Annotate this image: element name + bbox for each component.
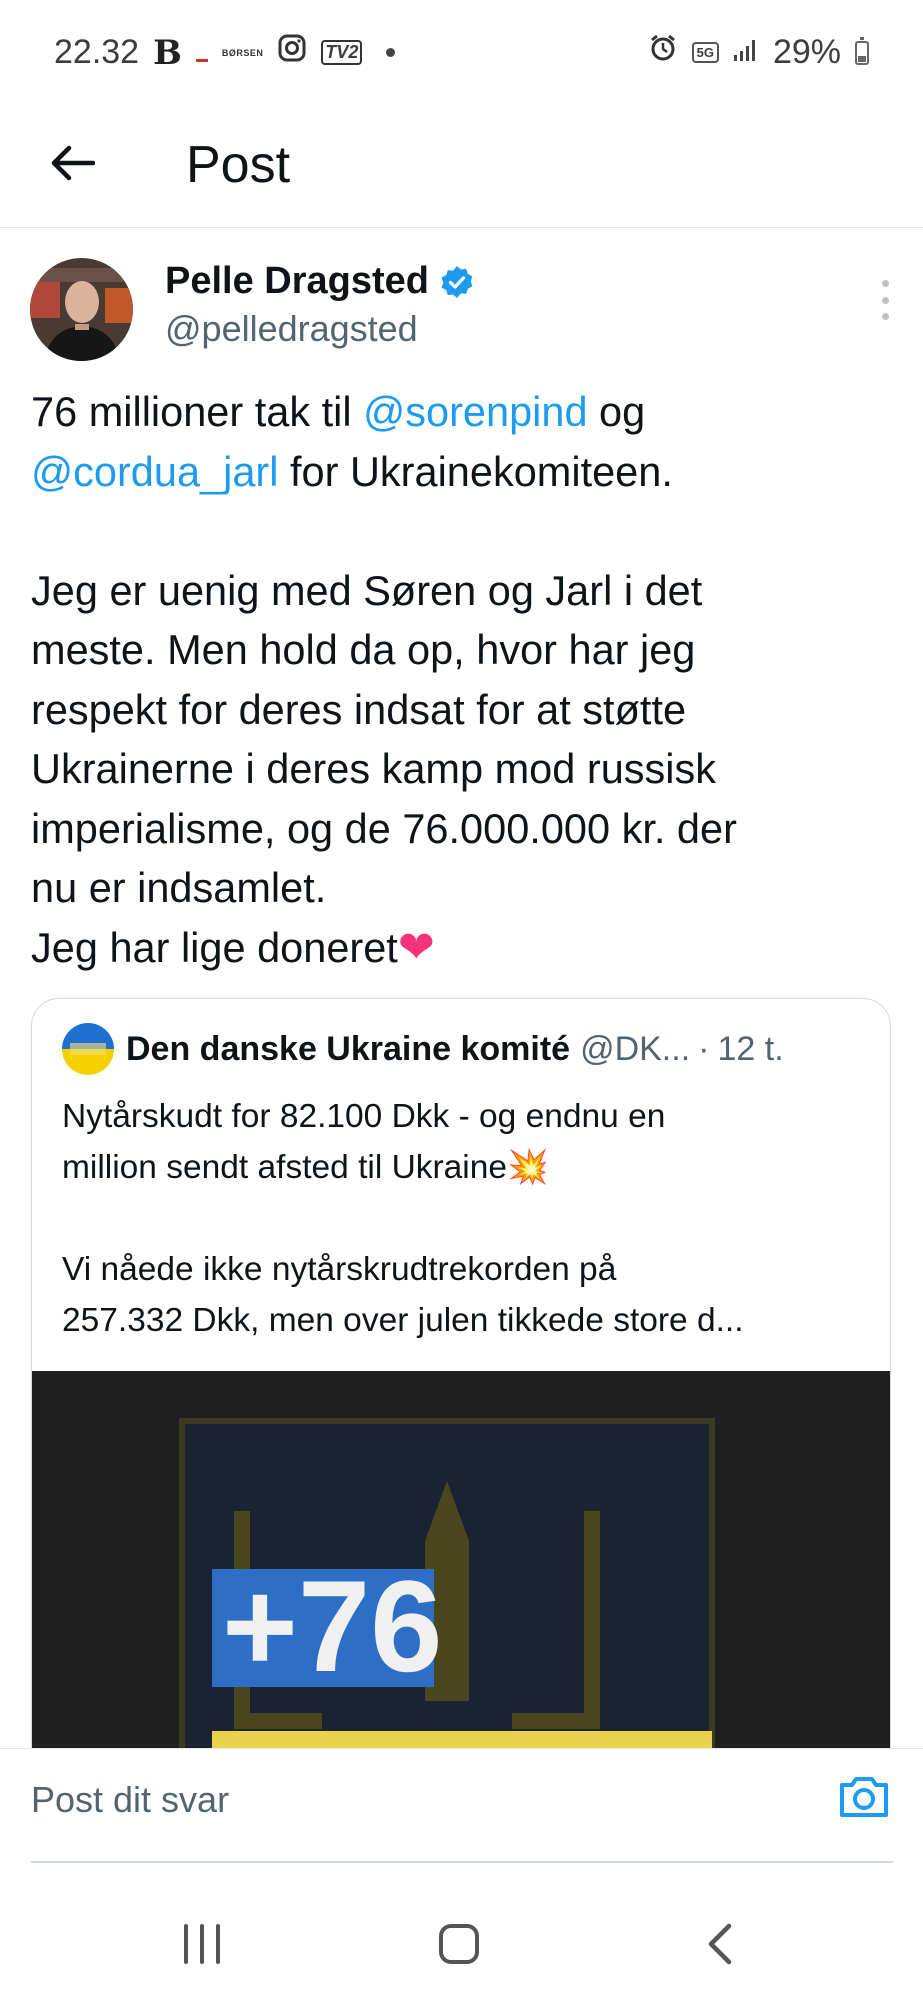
post-line: Jeg er uenig med Søren og Jarl i det [31, 566, 703, 614]
camera-icon [840, 1777, 888, 1817]
more-dot [881, 296, 889, 304]
chevron-left-icon [708, 1923, 732, 1965]
red-dash-icon [195, 59, 208, 62]
collision-emoji-icon: 💥 [507, 1149, 549, 1186]
back-button[interactable] [42, 133, 102, 193]
camera-button[interactable] [836, 1769, 892, 1825]
arrow-left-icon [51, 145, 95, 181]
more-dot [881, 280, 889, 287]
mention-link[interactable]: @sorenpind [363, 388, 587, 435]
mention-link[interactable]: @cordua_jarl [31, 448, 278, 495]
post-line: @cordua_jarl for Ukrainekomiteen. [31, 442, 901, 502]
system-nav-bar [0, 1890, 923, 2000]
instagram-icon [277, 33, 307, 72]
more-notifications-icon [386, 48, 396, 57]
back-nav-button[interactable] [690, 1914, 750, 1974]
network-5g-icon: 5G [691, 42, 719, 63]
status-right: 5G 29% [648, 33, 869, 72]
more-dot [881, 313, 889, 320]
status-left: 22.32 B BØRSEN TV2 [54, 32, 396, 73]
quoted-separator: · [698, 1029, 710, 1068]
reply-divider [31, 1861, 893, 1863]
quoted-post-header: Den danske Ukraine komité @DK... · 12 t. [62, 1023, 784, 1075]
quoted-text: Nytårskudt for 82.100 Dkk - og endnu en … [62, 1091, 862, 1346]
quoted-time: 12 t. [717, 1029, 784, 1068]
quoted-line: 257.332 Dkk, men over julen tikkede stor… [62, 1302, 744, 1339]
author-name[interactable]: Pelle Dragsted [165, 260, 475, 303]
quoted-text-segment: million sendt afsted til Ukraine [62, 1149, 508, 1186]
status-time: 22.32 [54, 33, 140, 71]
post-line: Ukrainerne i deres kamp mod russisk [31, 745, 716, 792]
reply-bar: Post dit svar [0, 1748, 923, 1859]
quoted-author-handle: @DK... [580, 1029, 691, 1068]
author-name-text: Pelle Dragsted [165, 260, 429, 302]
page-title: Post [186, 136, 291, 194]
post-text-segment: og [587, 388, 646, 435]
borsen-icon: BØRSEN [221, 47, 264, 58]
post-line: nu er indsamlet. [31, 864, 327, 911]
recent-apps-button[interactable] [172, 1914, 232, 1974]
post-line: Jeg har lige doneret❤ [31, 918, 901, 978]
post-text-segment: for Ukrainekomiteen. [278, 447, 673, 495]
reply-input[interactable]: Post dit svar [31, 1779, 229, 1821]
post-line: respekt for deres indsat for at støtte [31, 685, 687, 733]
tv2-icon: TV2 [321, 40, 363, 65]
post-line: 76 millioner tak til @sorenpind og [31, 382, 901, 442]
quoted-line: Nytårskudt for 82.100 Dkk - og endnu en [62, 1098, 666, 1135]
alarm-icon [648, 33, 678, 72]
more-options-button[interactable] [870, 280, 900, 320]
b-app-icon: B [153, 32, 182, 73]
heart-emoji-icon: ❤ [397, 922, 435, 972]
signal-icon [733, 33, 759, 72]
verified-badge-icon [441, 265, 473, 298]
post-line: imperialisme, og de 76.000.000 kr. der [31, 804, 737, 852]
home-icon [439, 1924, 479, 1964]
media-number: +76 [222, 1553, 443, 1699]
battery-percent: 29% [772, 33, 841, 71]
home-button[interactable] [429, 1914, 489, 1974]
post-author: Pelle Dragsted @pelledragsted [30, 258, 900, 368]
status-bar: 22.32 B BØRSEN TV2 5G 29% [0, 0, 923, 105]
quoted-line: million sendt afsted til Ukraine💥 [62, 1142, 862, 1193]
top-app-bar: Post [0, 105, 923, 228]
post-text-segment: 76 millioner tak til [31, 388, 364, 435]
quoted-avatar [62, 1023, 114, 1075]
quoted-line: Vi nåede ikke nytårskrudtrekorden på [62, 1251, 617, 1288]
avatar[interactable] [30, 258, 133, 361]
post-text: 76 millioner tak til @sorenpind og @cord… [31, 382, 901, 977]
quoted-author-name: Den danske Ukraine komité [126, 1029, 571, 1068]
recent-apps-icon [184, 1924, 220, 1964]
post-text-segment: Jeg har lige doneret [31, 923, 398, 971]
author-handle[interactable]: @pelledragsted [165, 308, 418, 350]
battery-icon [855, 36, 869, 65]
quoted-post[interactable]: Den danske Ukraine komité @DK... · 12 t.… [31, 998, 891, 1818]
post-line: meste. Men hold da op, hvor har jeg [31, 626, 696, 673]
